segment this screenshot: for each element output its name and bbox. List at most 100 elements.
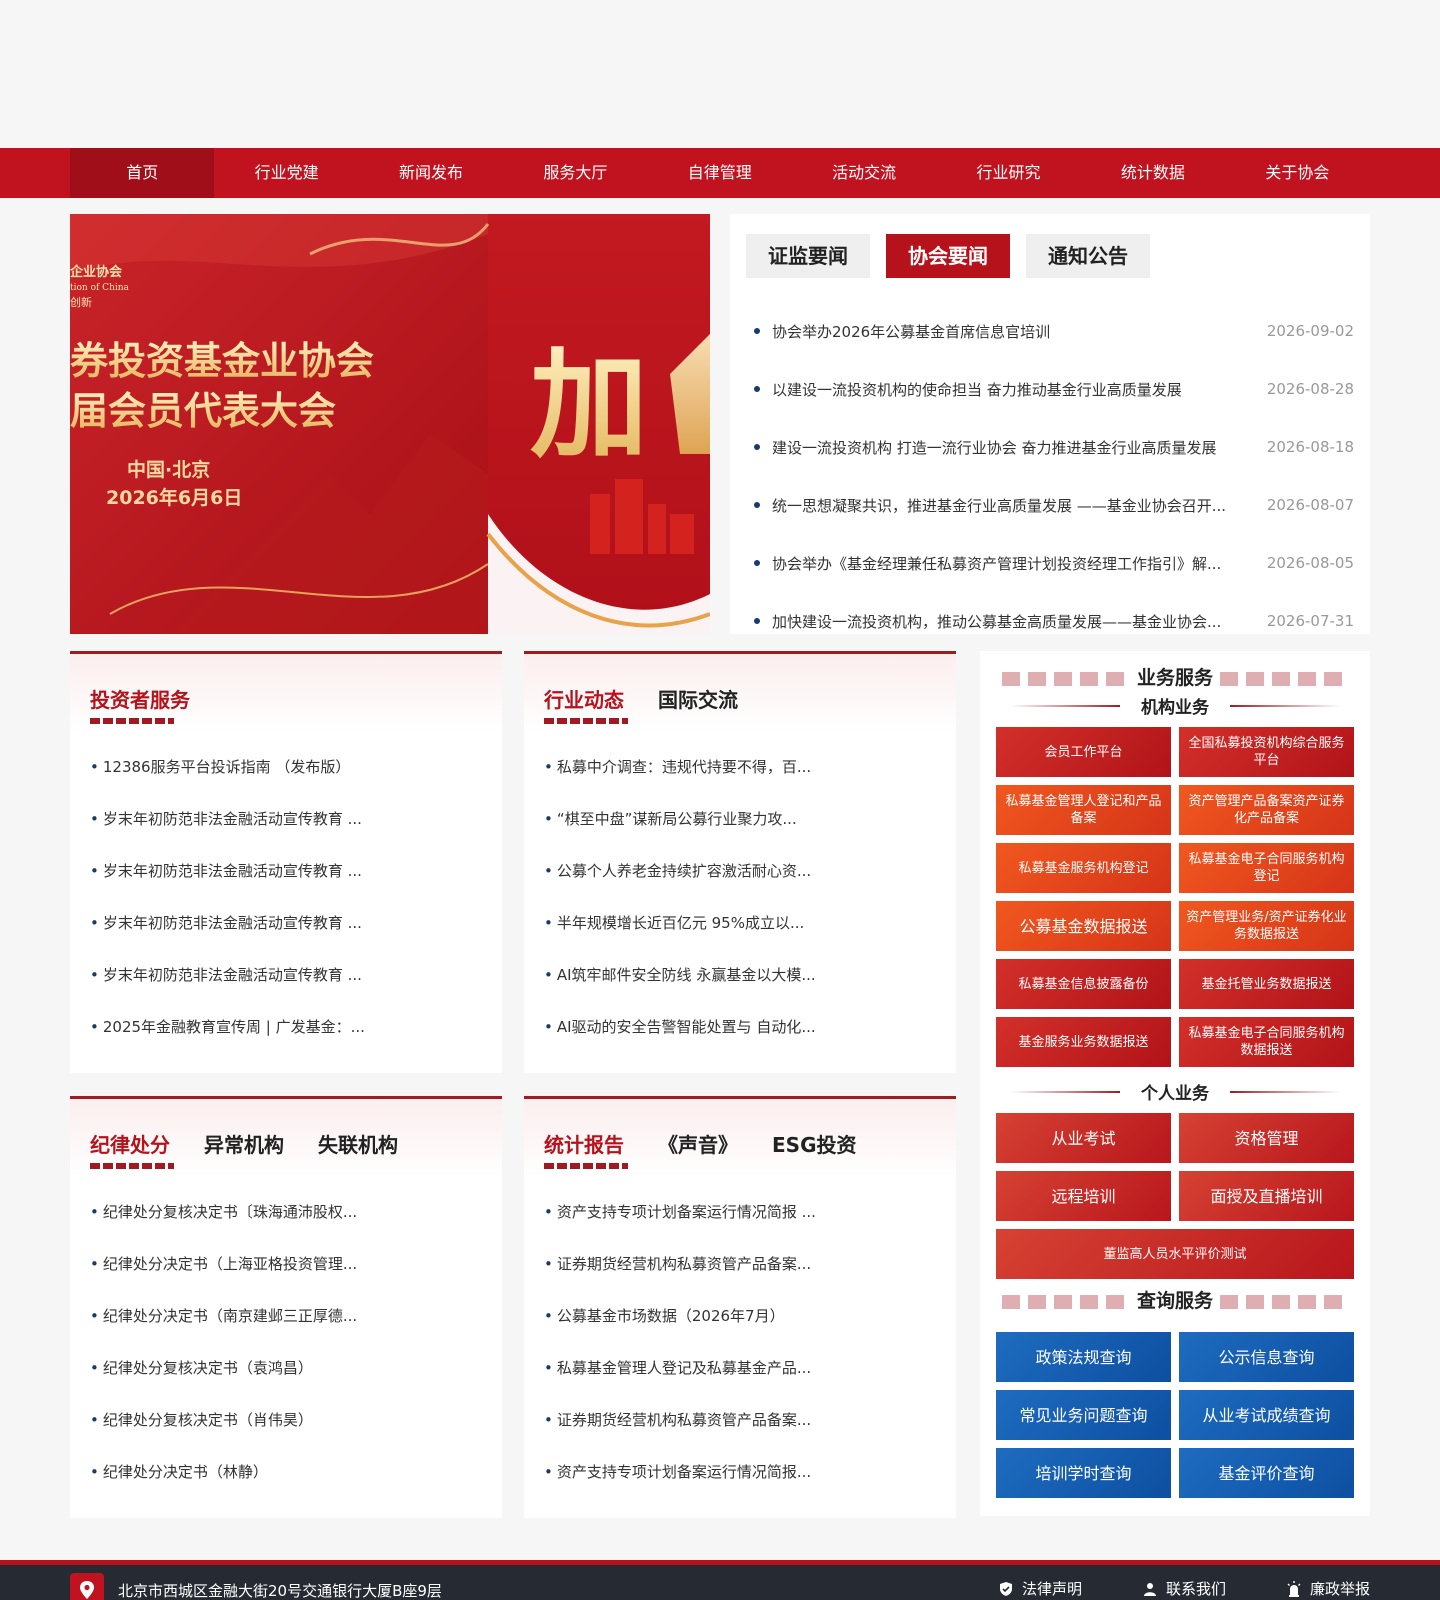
training-hours-query-button[interactable]: 培训学时查询 bbox=[996, 1448, 1171, 1498]
private-fund-platform-button[interactable]: 全国私募投资机构综合服务平台 bbox=[1179, 727, 1354, 777]
exam-score-query-button[interactable]: 从业考试成绩查询 bbox=[1179, 1390, 1354, 1440]
list-item[interactable]: AI筑牢邮件安全防线 永赢基金以大模... bbox=[544, 962, 936, 1014]
live-training-button[interactable]: 面授及直播培训 bbox=[1179, 1171, 1354, 1221]
list-item[interactable]: 纪律处分复核决定书（肖伟昊） bbox=[90, 1407, 482, 1459]
nav-item-news[interactable]: 新闻发布 bbox=[359, 148, 503, 198]
list-item[interactable]: 岁末年初防范非法金融活动宣传教育 ... bbox=[90, 806, 482, 858]
tab-international[interactable]: 国际交流 bbox=[658, 684, 738, 713]
list-item[interactable]: 公募基金市场数据（2026年7月） bbox=[544, 1303, 936, 1355]
private-disclosure-backup-button[interactable]: 私募基金信息披露备份 bbox=[996, 959, 1171, 1009]
asset-product-filing-button[interactable]: 资产管理产品备案资产证券化产品备案 bbox=[1179, 785, 1354, 835]
nav-items: 首页 行业党建 新闻发布 服务大厅 自律管理 活动交流 行业研究 统计数据 关于… bbox=[70, 148, 1370, 198]
tab-investor-service[interactable]: 投资者服务 bbox=[90, 684, 190, 724]
bullet-icon bbox=[754, 328, 760, 334]
public-info-query-button[interactable]: 公示信息查询 bbox=[1179, 1332, 1354, 1382]
news-item[interactable]: 协会举办2026年公募基金首席信息官培训 2026-09-02 bbox=[754, 302, 1354, 360]
e-contract-registration-button[interactable]: 私募基金电子合同服务机构登记 bbox=[1179, 843, 1354, 893]
report-link[interactable]: 廉政举报 bbox=[1286, 1578, 1370, 1599]
contact-link-label[interactable]: 联系我们 bbox=[1166, 1578, 1226, 1599]
list-item[interactable]: 岁末年初防范非法金融活动宣传教育 ... bbox=[90, 910, 482, 962]
nav-item-service-hall[interactable]: 服务大厅 bbox=[503, 148, 647, 198]
list-item[interactable]: 私募基金管理人登记及私募基金产品... bbox=[544, 1355, 936, 1407]
news-title[interactable]: 加快建设一流投资机构，推动公募基金高质量发展——基金业协会... bbox=[772, 611, 1262, 632]
list-item[interactable]: 半年规模增长近百亿元 95%成立以... bbox=[544, 910, 936, 962]
nav-item-about[interactable]: 关于协会 bbox=[1225, 148, 1369, 198]
list-item[interactable]: 岁末年初防范非法金融活动宣传教育 ... bbox=[90, 962, 482, 1014]
tab-association-news[interactable]: 协会要闻 bbox=[886, 234, 1010, 278]
tab-statistics-report[interactable]: 统计报告 bbox=[544, 1129, 628, 1169]
tab-csrc-news[interactable]: 证监要闻 bbox=[746, 234, 870, 278]
tab-voice[interactable]: 《声音》 bbox=[658, 1129, 738, 1158]
remote-training-button[interactable]: 远程培训 bbox=[996, 1171, 1171, 1221]
tab-esg[interactable]: ESG投资 bbox=[772, 1129, 856, 1158]
member-platform-button[interactable]: 会员工作平台 bbox=[996, 727, 1171, 777]
qualification-button[interactable]: 资格管理 bbox=[1179, 1113, 1354, 1163]
list-item[interactable]: 资产支持专项计划备案运行情况简报 ... bbox=[544, 1199, 936, 1251]
fund-service-data-button[interactable]: 基金服务业务数据报送 bbox=[996, 1017, 1171, 1067]
nav-item-activities[interactable]: 活动交流 bbox=[792, 148, 936, 198]
tab-notices[interactable]: 通知公告 bbox=[1026, 234, 1150, 278]
custody-data-button[interactable]: 基金托管业务数据报送 bbox=[1179, 959, 1354, 1009]
exam-button[interactable]: 从业考试 bbox=[996, 1113, 1171, 1163]
bullet-icon bbox=[754, 386, 760, 392]
e-contract-data-button[interactable]: 私募基金电子合同服务机构数据报送 bbox=[1179, 1017, 1354, 1067]
main-nav: 首页 行业党建 新闻发布 服务大厅 自律管理 活动交流 行业研究 统计数据 关于… bbox=[0, 148, 1440, 198]
legal-link[interactable]: 法律声明 bbox=[998, 1578, 1082, 1599]
asset-securitization-data-button[interactable]: 资产管理业务/资产证券化业务数据报送 bbox=[1179, 901, 1354, 951]
fund-rating-query-button[interactable]: 基金评价查询 bbox=[1179, 1448, 1354, 1498]
list-item[interactable]: 岁末年初防范非法金融活动宣传教育 ... bbox=[90, 858, 482, 910]
list-item[interactable]: 纪律处分复核决定书（袁鸿昌） bbox=[90, 1355, 482, 1407]
list-item[interactable]: 12386服务平台投诉指南 （发布版） bbox=[90, 754, 482, 806]
list-item[interactable]: 纪律处分决定书（南京建邺三正厚德... bbox=[90, 1303, 482, 1355]
list-item[interactable]: 证券期货经营机构私募资管产品备案... bbox=[544, 1407, 936, 1459]
nav-item-self-regulation[interactable]: 自律管理 bbox=[648, 148, 792, 198]
investor-service-card: 投资者服务 12386服务平台投诉指南 （发布版） 岁末年初防范非法金融活动宣传… bbox=[70, 651, 502, 1073]
news-date: 2026-08-07 bbox=[1266, 496, 1354, 514]
regulation-query-button[interactable]: 政策法规查询 bbox=[996, 1332, 1171, 1382]
tab-abnormal-institutions[interactable]: 异常机构 bbox=[204, 1129, 284, 1158]
private-manager-registration-button[interactable]: 私募基金管理人登记和产品备案 bbox=[996, 785, 1171, 835]
nav-item-party[interactable]: 行业党建 bbox=[214, 148, 358, 198]
contact-link[interactable]: 联系我们 bbox=[1142, 1578, 1226, 1599]
list-item[interactable]: 纪律处分复核决定书〔珠海通沛股权... bbox=[90, 1199, 482, 1251]
nav-item-statistics[interactable]: 统计数据 bbox=[1081, 148, 1225, 198]
bullet-icon bbox=[754, 618, 760, 624]
card-header: 纪律处分 异常机构 失联机构 bbox=[70, 1099, 502, 1177]
news-title[interactable]: 建设一流投资机构 打造一流行业协会 奋力推进基金行业高质量发展 bbox=[772, 437, 1262, 458]
list-item[interactable]: 私募中介调查：违规代持要不得，百... bbox=[544, 754, 936, 806]
news-item[interactable]: 以建设一流投资机构的使命担当 奋力推动基金行业高质量发展 2026-08-28 bbox=[754, 360, 1354, 418]
report-link-label[interactable]: 廉政举报 bbox=[1310, 1578, 1370, 1599]
list-item[interactable]: 2025年金融教育宣传周 | 广发基金：... bbox=[90, 1014, 482, 1066]
executive-evaluation-button[interactable]: 董监高人员水平评价测试 bbox=[996, 1229, 1354, 1279]
legal-link-label[interactable]: 法律声明 bbox=[1022, 1578, 1082, 1599]
ornament-left bbox=[1002, 1294, 1131, 1309]
news-title[interactable]: 统一思想凝聚共识，推进基金行业高质量发展 ——基金业协会召开... bbox=[772, 495, 1262, 516]
list-item[interactable]: 公募个人养老金持续扩容激活耐心资... bbox=[544, 858, 936, 910]
list-item[interactable]: 证券期货经营机构私募资管产品备案... bbox=[544, 1251, 936, 1303]
list-item[interactable]: AI驱动的安全告警智能处置与 自动化... bbox=[544, 1014, 936, 1066]
private-service-registration-button[interactable]: 私募基金服务机构登记 bbox=[996, 843, 1171, 893]
faq-query-button[interactable]: 常见业务问题查询 bbox=[996, 1390, 1171, 1440]
tab-lost-contact-institutions[interactable]: 失联机构 bbox=[318, 1129, 398, 1158]
list-item[interactable]: 纪律处分决定书（林静） bbox=[90, 1459, 482, 1511]
nav-item-home[interactable]: 首页 bbox=[70, 148, 215, 198]
card-tabs: 投资者服务 bbox=[90, 684, 190, 724]
tab-discipline[interactable]: 纪律处分 bbox=[90, 1129, 174, 1169]
news-item[interactable]: 统一思想凝聚共识，推进基金行业高质量发展 ——基金业协会召开... 2026-08… bbox=[754, 476, 1354, 534]
list-item[interactable]: 资产支持专项计划备案运行情况简报... bbox=[544, 1459, 936, 1511]
news-title[interactable]: 以建设一流投资机构的使命担当 奋力推动基金行业高质量发展 bbox=[772, 379, 1262, 400]
services-title-text: 业务服务 bbox=[1136, 667, 1213, 689]
footer: 北京市西城区金融大街20号交通银行大厦B座9层 法律声明 联系我们 廉政举报 bbox=[0, 1560, 1440, 1600]
list-item[interactable]: “棋至中盘”谋新局公募行业聚力攻... bbox=[544, 806, 936, 858]
tab-industry-trends[interactable]: 行业动态 bbox=[544, 684, 628, 724]
industry-news-card: 行业动态 国际交流 私募中介调查：违规代持要不得，百... “棋至中盘”谋新局公… bbox=[524, 651, 956, 1073]
news-title[interactable]: 协会举办《基金经理兼任私募资产管理计划投资经理工作指引》解... bbox=[772, 553, 1262, 574]
nav-item-research[interactable]: 行业研究 bbox=[936, 148, 1080, 198]
hero-banner[interactable]: 企业协会 tion of China 创新 券投资基金业协会 届会员代表大会 中… bbox=[70, 214, 710, 634]
list-item[interactable]: 纪律处分决定书（上海亚格投资管理... bbox=[90, 1251, 482, 1303]
news-item[interactable]: 建设一流投资机构 打造一流行业协会 奋力推进基金行业高质量发展 2026-08-1… bbox=[754, 418, 1354, 476]
news-item[interactable]: 加快建设一流投资机构，推动公募基金高质量发展——基金业协会... 2026-07-… bbox=[754, 592, 1354, 650]
public-fund-data-button[interactable]: 公募基金数据报送 bbox=[996, 901, 1171, 951]
news-title[interactable]: 协会举办2026年公募基金首席信息官培训 bbox=[772, 321, 1262, 342]
news-item[interactable]: 协会举办《基金经理兼任私募资产管理计划投资经理工作指引》解... 2026-08-… bbox=[754, 534, 1354, 592]
